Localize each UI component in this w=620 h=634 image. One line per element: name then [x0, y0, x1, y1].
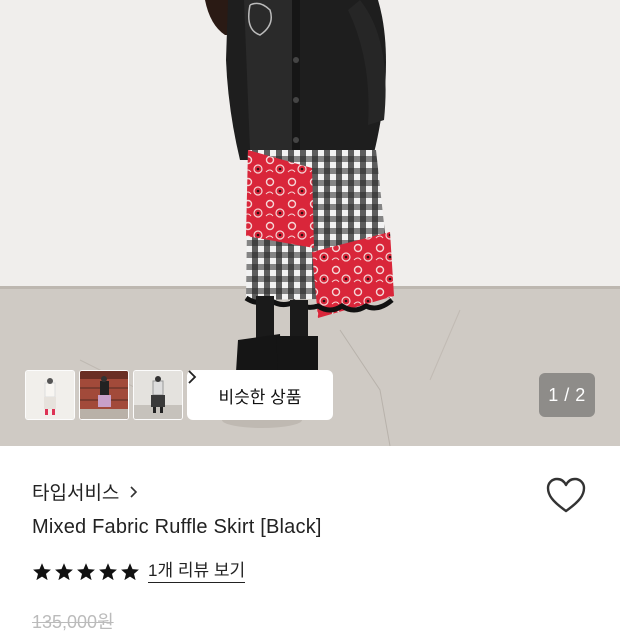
- image-counter: 1 / 2: [539, 373, 595, 417]
- thumbnail-1[interactable]: [25, 370, 75, 420]
- thumbnail-image: [26, 371, 74, 419]
- similar-products-label: 비슷한 상품: [218, 387, 302, 407]
- brand-link[interactable]: 타입서비스: [32, 478, 138, 505]
- thumbnail-image: [134, 371, 182, 419]
- original-price: 135,000원: [32, 612, 114, 632]
- star-icon: [77, 562, 95, 580]
- star-icon: [121, 562, 139, 580]
- product-title: Mixed Fabric Ruffle Skirt [Black]: [32, 516, 322, 538]
- star-icon: [99, 562, 117, 580]
- brand-name: 타입서비스: [32, 483, 120, 504]
- review-link[interactable]: 1개 리뷰 보기: [148, 560, 246, 583]
- thumbnail-2[interactable]: [79, 370, 129, 420]
- thumbnail-image: [80, 371, 128, 419]
- rating-stars: [32, 562, 140, 582]
- star-icon: [33, 562, 51, 580]
- product-image[interactable]: 비슷한 상품 1 / 2: [0, 0, 620, 446]
- thumbnail-3[interactable]: [133, 370, 183, 420]
- similar-products-button[interactable]: 비슷한 상품: [187, 370, 333, 420]
- chevron-right-icon: [188, 370, 197, 384]
- star-icon: [55, 562, 73, 580]
- heart-icon[interactable]: [546, 477, 586, 515]
- chevron-right-icon: [130, 485, 138, 498]
- rating-row: 1개 리뷰 보기: [32, 560, 246, 583]
